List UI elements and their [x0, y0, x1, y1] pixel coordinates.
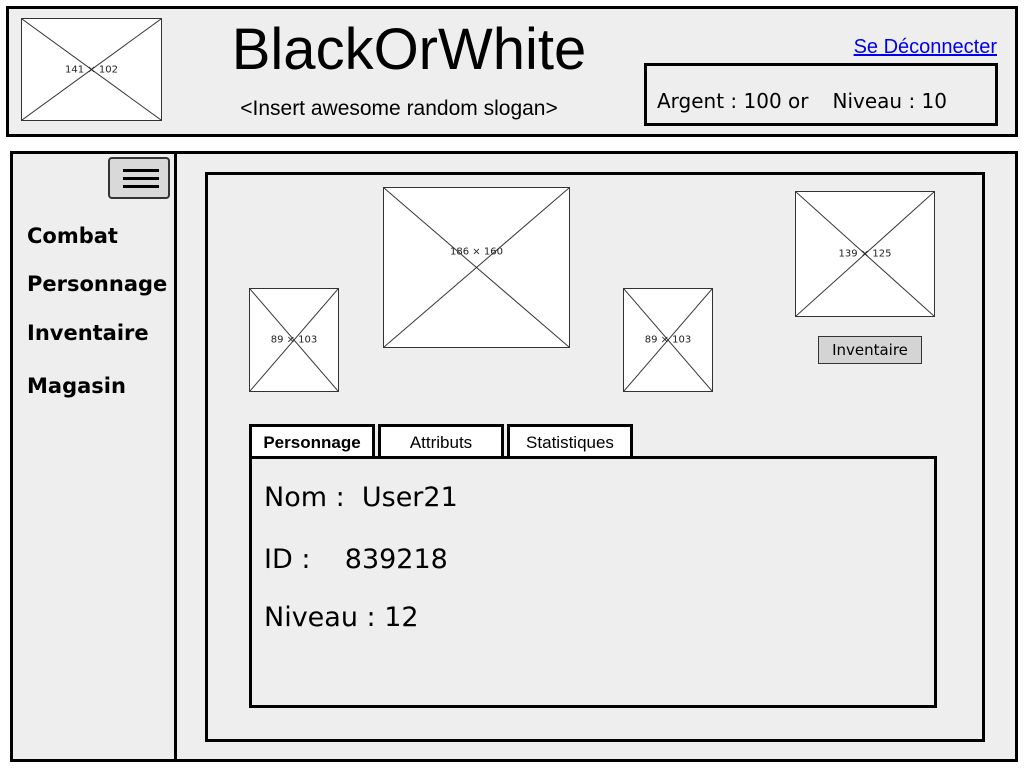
character-info-panel: Nom : User21 ID : 839218 Niveau : 12 [249, 456, 937, 708]
character-image-main: 186 × 160 [383, 187, 570, 348]
character-id: ID : 839218 [264, 544, 448, 575]
main-area: Combat Personnage Inventaire Magasin 89 … [10, 151, 1018, 762]
sidebar-divider [174, 154, 177, 759]
inventory-button[interactable]: Inventaire [818, 336, 922, 364]
character-image-right: 89 × 103 [623, 288, 713, 392]
tab-personnage[interactable]: Personnage [249, 424, 375, 458]
tab-statistiques[interactable]: Statistiques [507, 424, 633, 458]
hamburger-menu-icon[interactable] [108, 157, 170, 199]
app-title: BlackOrWhite [231, 17, 587, 82]
sidebar-item-magasin[interactable]: Magasin [27, 374, 126, 398]
level-stat: Niveau : 10 [832, 88, 948, 113]
tab-attributs[interactable]: Attributs [378, 424, 504, 458]
character-name: Nom : User21 [264, 482, 458, 513]
sidebar-item-inventaire[interactable]: Inventaire [27, 321, 149, 345]
app-slogan: <Insert awesome random slogan> [240, 97, 558, 120]
character-level: Niveau : 12 [264, 602, 419, 633]
sidebar-item-personnage[interactable]: Personnage [27, 272, 167, 296]
money-stat: Argent : 100 or [657, 88, 809, 113]
character-image-left: 89 × 103 [249, 288, 339, 392]
player-stats-box: Argent : 100 or Niveau : 10 [644, 63, 998, 126]
header: 141 × 102 BlackOrWhite <Insert awesome r… [6, 6, 1018, 137]
logout-link[interactable]: Se Déconnecter [854, 36, 997, 59]
equipment-image: 139 × 125 [795, 191, 935, 317]
logo-image-placeholder: 141 × 102 [21, 18, 162, 121]
sidebar-item-combat[interactable]: Combat [27, 224, 118, 248]
